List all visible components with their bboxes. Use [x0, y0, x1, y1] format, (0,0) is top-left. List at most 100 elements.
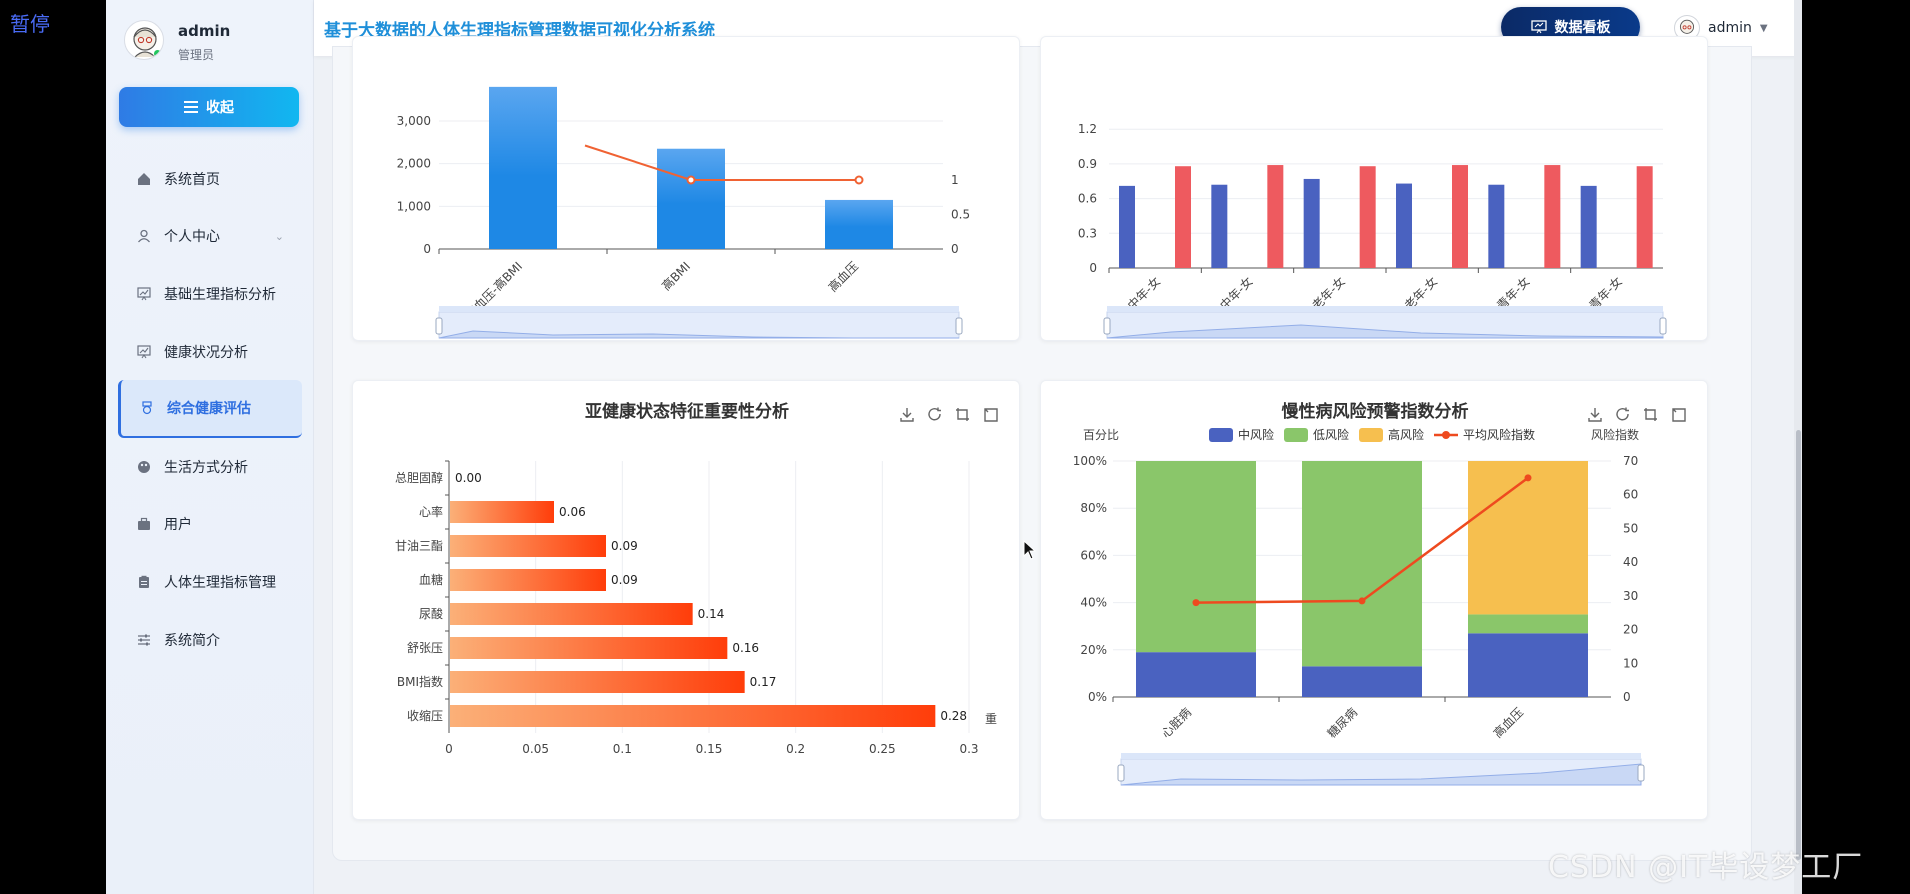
bar — [450, 603, 693, 625]
sidebar-item-label: 用户 — [164, 517, 192, 534]
chart-title: 慢性病风险预警指数分析 — [1282, 401, 1469, 422]
menu-icon — [184, 101, 198, 113]
stacked-bar-segment — [1136, 652, 1256, 697]
line-point — [1192, 599, 1200, 607]
sidebar-item-label: 健康状况分析 — [164, 344, 248, 361]
page-scrollbar-thumb[interactable] — [1796, 430, 1801, 860]
y2-tick-label: 1 — [951, 173, 959, 187]
bar-value-label: 0.14 — [698, 607, 725, 621]
y2-tick-label: 40 — [1623, 555, 1638, 569]
y-tick-label: 100% — [1073, 454, 1107, 468]
crop-icon[interactable] — [956, 408, 969, 421]
refresh-icon[interactable] — [928, 407, 941, 421]
y-tick-label: 1.2 — [1078, 122, 1097, 136]
download-icon[interactable] — [1588, 408, 1602, 422]
y-tick-label: 0 — [423, 242, 431, 256]
sidebar-item-basic-indicators[interactable]: 基础生理指标分析 — [118, 265, 302, 323]
sidebar-item-label: 人体生理指标管理 — [164, 574, 276, 591]
sidebar-item-personal-center[interactable]: 个人中心 ⌄ — [118, 208, 302, 266]
chart-card-risk-combination: 0 1,000 2,000 3,000 0 0.5 1 高血压-高BMI 高BMI 高血压 — [352, 36, 1020, 341]
sidebar-item-label: 系统首页 — [164, 171, 220, 188]
stacked-bar-segment — [1468, 461, 1588, 615]
sidebar-user[interactable]: admin 管理员 — [124, 18, 304, 68]
zoom-handle-right — [1659, 317, 1667, 335]
sidebar-item-health-status[interactable]: 健康状况分析 — [118, 323, 302, 381]
x-tick-label: 0 — [445, 742, 453, 756]
y-tick-label: 心率 — [419, 504, 443, 519]
chart-card-group-comparison: 0 0.3 0.6 0.9 1.2 中年-女 中年-女 老年-女 老年-女 青年-女 青年-女 — [1040, 36, 1708, 341]
sidebar-item-lifestyle[interactable]: 生活方式分析 — [118, 438, 302, 496]
stacked-bar-segment — [1136, 461, 1256, 653]
y-tick-label: 20% — [1080, 643, 1107, 657]
y-tick-label: 0.9 — [1078, 157, 1097, 171]
home-icon — [136, 171, 152, 187]
restore-icon[interactable] — [984, 408, 998, 422]
y2-tick-label: 0 — [1623, 690, 1631, 704]
bar — [450, 569, 606, 591]
crop-icon[interactable] — [1644, 408, 1657, 421]
sidebar-item-home[interactable]: 系统首页 — [118, 150, 302, 208]
y-tick-label: 血糖 — [419, 572, 443, 587]
zoom-handle-left — [435, 317, 443, 335]
x-tick-label: 高BMI — [658, 259, 693, 294]
sidebar-user-role: 管理员 — [178, 48, 215, 62]
chart-board-icon — [136, 344, 152, 360]
bar — [450, 705, 936, 727]
zoom-handle-left — [1117, 764, 1125, 782]
bar — [1267, 165, 1284, 268]
x-tick-label: 0.2 — [786, 742, 805, 756]
dashboard-icon — [1530, 20, 1547, 34]
sidebar-item-comprehensive-assessment[interactable]: 综合健康评估 — [118, 380, 302, 438]
data-zoom-slider[interactable] — [1103, 306, 1667, 339]
user-icon — [136, 228, 152, 244]
dashboard-button-label: 数据看板 — [1554, 20, 1611, 36]
download-icon[interactable] — [900, 408, 914, 422]
y-tick-label: 2,000 — [397, 157, 431, 171]
y-tick-label: 3,000 — [397, 114, 431, 128]
collapse-button[interactable]: 收起 — [119, 87, 299, 127]
x-tick-label: 0.1 — [613, 742, 632, 756]
y2-tick-label: 60 — [1623, 488, 1638, 502]
x-tick-label: 糖尿病 — [1324, 705, 1360, 741]
y-axis-label: 百分比 — [1083, 428, 1119, 442]
y-tick-label: 0.3 — [1078, 226, 1097, 240]
sidebar: admin 管理员 收起 系统首页 个人中心 ⌄ 基础生理指标分析 健康状况分析… — [106, 0, 314, 894]
x-tick-label: 0.3 — [959, 742, 978, 756]
mouse-cursor-icon — [1023, 540, 1037, 560]
refresh-icon[interactable] — [1616, 407, 1629, 421]
app-window: admin 管理员 收起 系统首页 个人中心 ⌄ 基础生理指标分析 健康状况分析… — [106, 0, 1802, 894]
y-tick-label: 舒张压 — [407, 641, 443, 655]
bar-value-label: 0.28 — [940, 709, 967, 723]
bar — [450, 535, 606, 557]
y-tick-label: 80% — [1080, 501, 1107, 515]
zoom-handle-right — [955, 317, 963, 335]
sidebar-menu: 系统首页 个人中心 ⌄ 基础生理指标分析 健康状况分析 综合健康评估 生活方式分… — [118, 150, 302, 668]
x-tick-label: 高血压 — [1490, 705, 1526, 741]
data-zoom-slider[interactable] — [1117, 753, 1645, 786]
data-zoom-slider[interactable] — [435, 306, 963, 339]
sidebar-item-system-intro[interactable]: 系统简介 — [118, 611, 302, 669]
y2-tick-label: 10 — [1623, 656, 1638, 670]
sidebar-item-indicator-management[interactable]: 人体生理指标管理 — [118, 553, 302, 611]
stacked-bar-segment — [1302, 666, 1422, 697]
bar — [450, 637, 728, 659]
restore-icon[interactable] — [1672, 408, 1686, 422]
bar-value-label: 0.09 — [611, 573, 638, 587]
y-tick-label: 总胆固醇 — [395, 470, 443, 485]
line-point — [1524, 474, 1532, 482]
bar — [1396, 183, 1412, 268]
bar — [1303, 178, 1320, 268]
y2-tick-label: 30 — [1623, 589, 1638, 603]
y-tick-label: 甘油三酯 — [395, 539, 443, 553]
palette-icon — [136, 459, 152, 475]
caret-down-icon: ▼ — [1759, 22, 1768, 34]
watermark: CSDN @IT毕设梦工厂 — [1548, 850, 1864, 885]
pause-label[interactable]: 暂停 — [10, 8, 50, 37]
sidebar-item-label: 生活方式分析 — [164, 459, 248, 476]
x-tick-label: 0.05 — [522, 742, 549, 756]
legend-swatch — [1359, 428, 1383, 442]
x-tick-label: 高血压 — [825, 259, 861, 295]
sidebar-item-users[interactable]: 用户 — [118, 496, 302, 554]
x-tick-label: 0.15 — [696, 742, 723, 756]
bar-value-label: 0.16 — [732, 641, 759, 655]
